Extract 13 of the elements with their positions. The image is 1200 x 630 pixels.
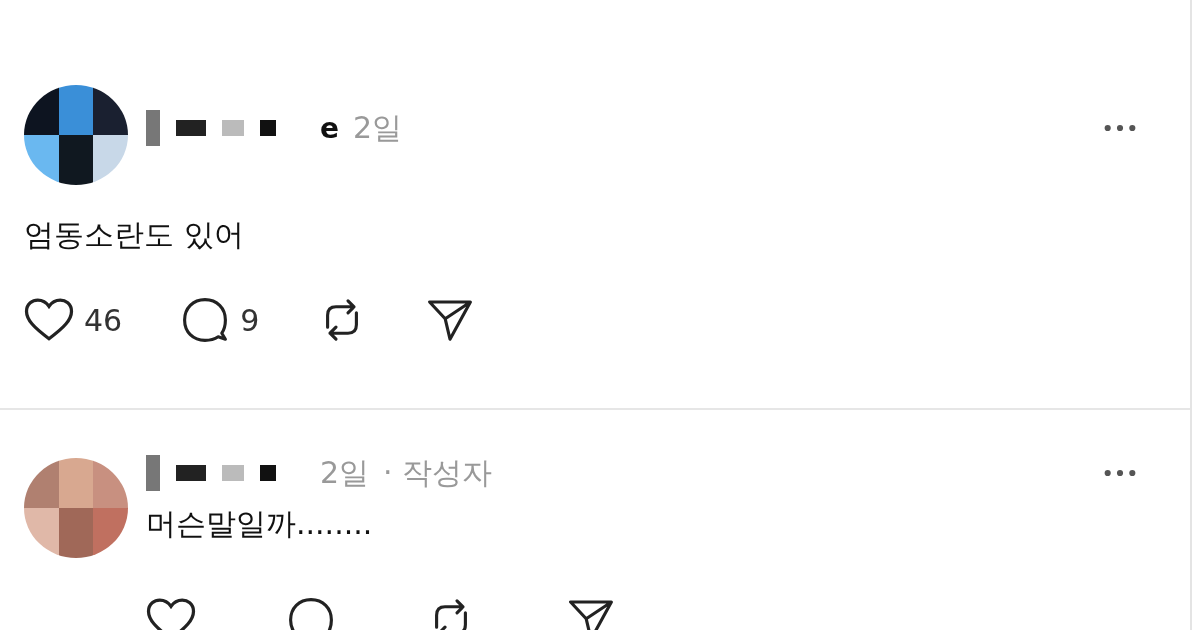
comment-icon[interactable]: [286, 596, 336, 630]
like-heart-icon[interactable]: [146, 596, 196, 630]
avatar-placeholder[interactable]: [24, 85, 128, 185]
like-count: 46: [84, 302, 123, 338]
comment-count: 9: [240, 302, 260, 338]
post-time: 2일: [353, 108, 403, 147]
more-options-icon[interactable]: [1104, 469, 1136, 477]
post-time: 2일: [320, 453, 370, 492]
post-text: 엄동소란도 있어: [24, 216, 245, 254]
reply-text: 머슨말일까........: [146, 505, 374, 543]
more-options-icon[interactable]: [1104, 124, 1136, 132]
username[interactable]: e: [320, 111, 339, 145]
author-label: · 작성자: [383, 453, 493, 492]
